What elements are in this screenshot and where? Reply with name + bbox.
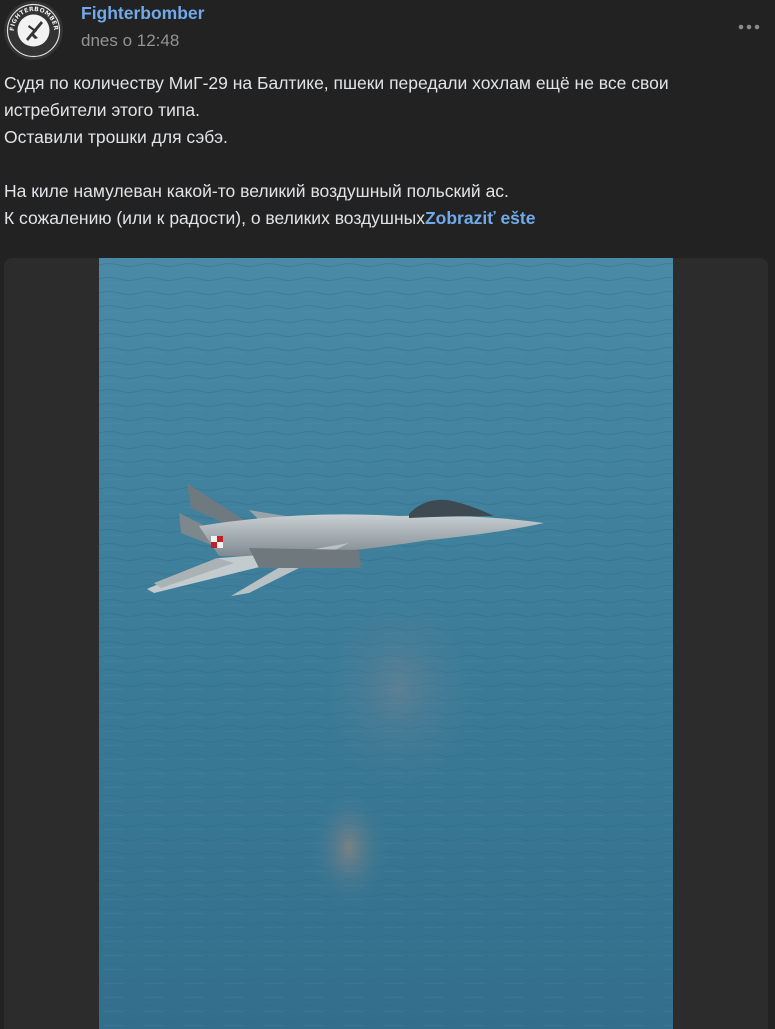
- author-avatar[interactable]: FIGHTERBOMBER: [4, 1, 63, 60]
- post-text-line: К сожалению (или к радости), о великих в…: [4, 208, 425, 228]
- post-text-truncated: К сожалению (или к радости), о великих в…: [4, 205, 764, 232]
- more-horizontal-icon[interactable]: [735, 18, 763, 36]
- jet-photo-image: [99, 258, 673, 1029]
- author-name[interactable]: Fighterbomber: [81, 3, 204, 23]
- post-timestamp[interactable]: dnes o 12:48: [81, 31, 179, 51]
- post-text-line: Оставили трошки для сэбэ.: [4, 127, 228, 147]
- post-photo[interactable]: [99, 258, 673, 1029]
- show-more-link[interactable]: Zobraziť ešte: [425, 208, 536, 228]
- post-text: Судя по количеству МиГ-29 на Балтике, пш…: [4, 70, 764, 232]
- post-media: [4, 258, 768, 1029]
- wall-post: FIGHTERBOMBER Fighterbomber dnes o 12:48…: [0, 0, 775, 1029]
- post-text-line: истребители этого типа.: [4, 100, 200, 120]
- post-text-line: На киле намулеван какой-то великий возду…: [4, 181, 509, 201]
- avatar-logo-icon: FIGHTERBOMBER: [4, 1, 63, 60]
- post-text-line: Судя по количеству МиГ-29 на Балтике, пш…: [4, 73, 669, 93]
